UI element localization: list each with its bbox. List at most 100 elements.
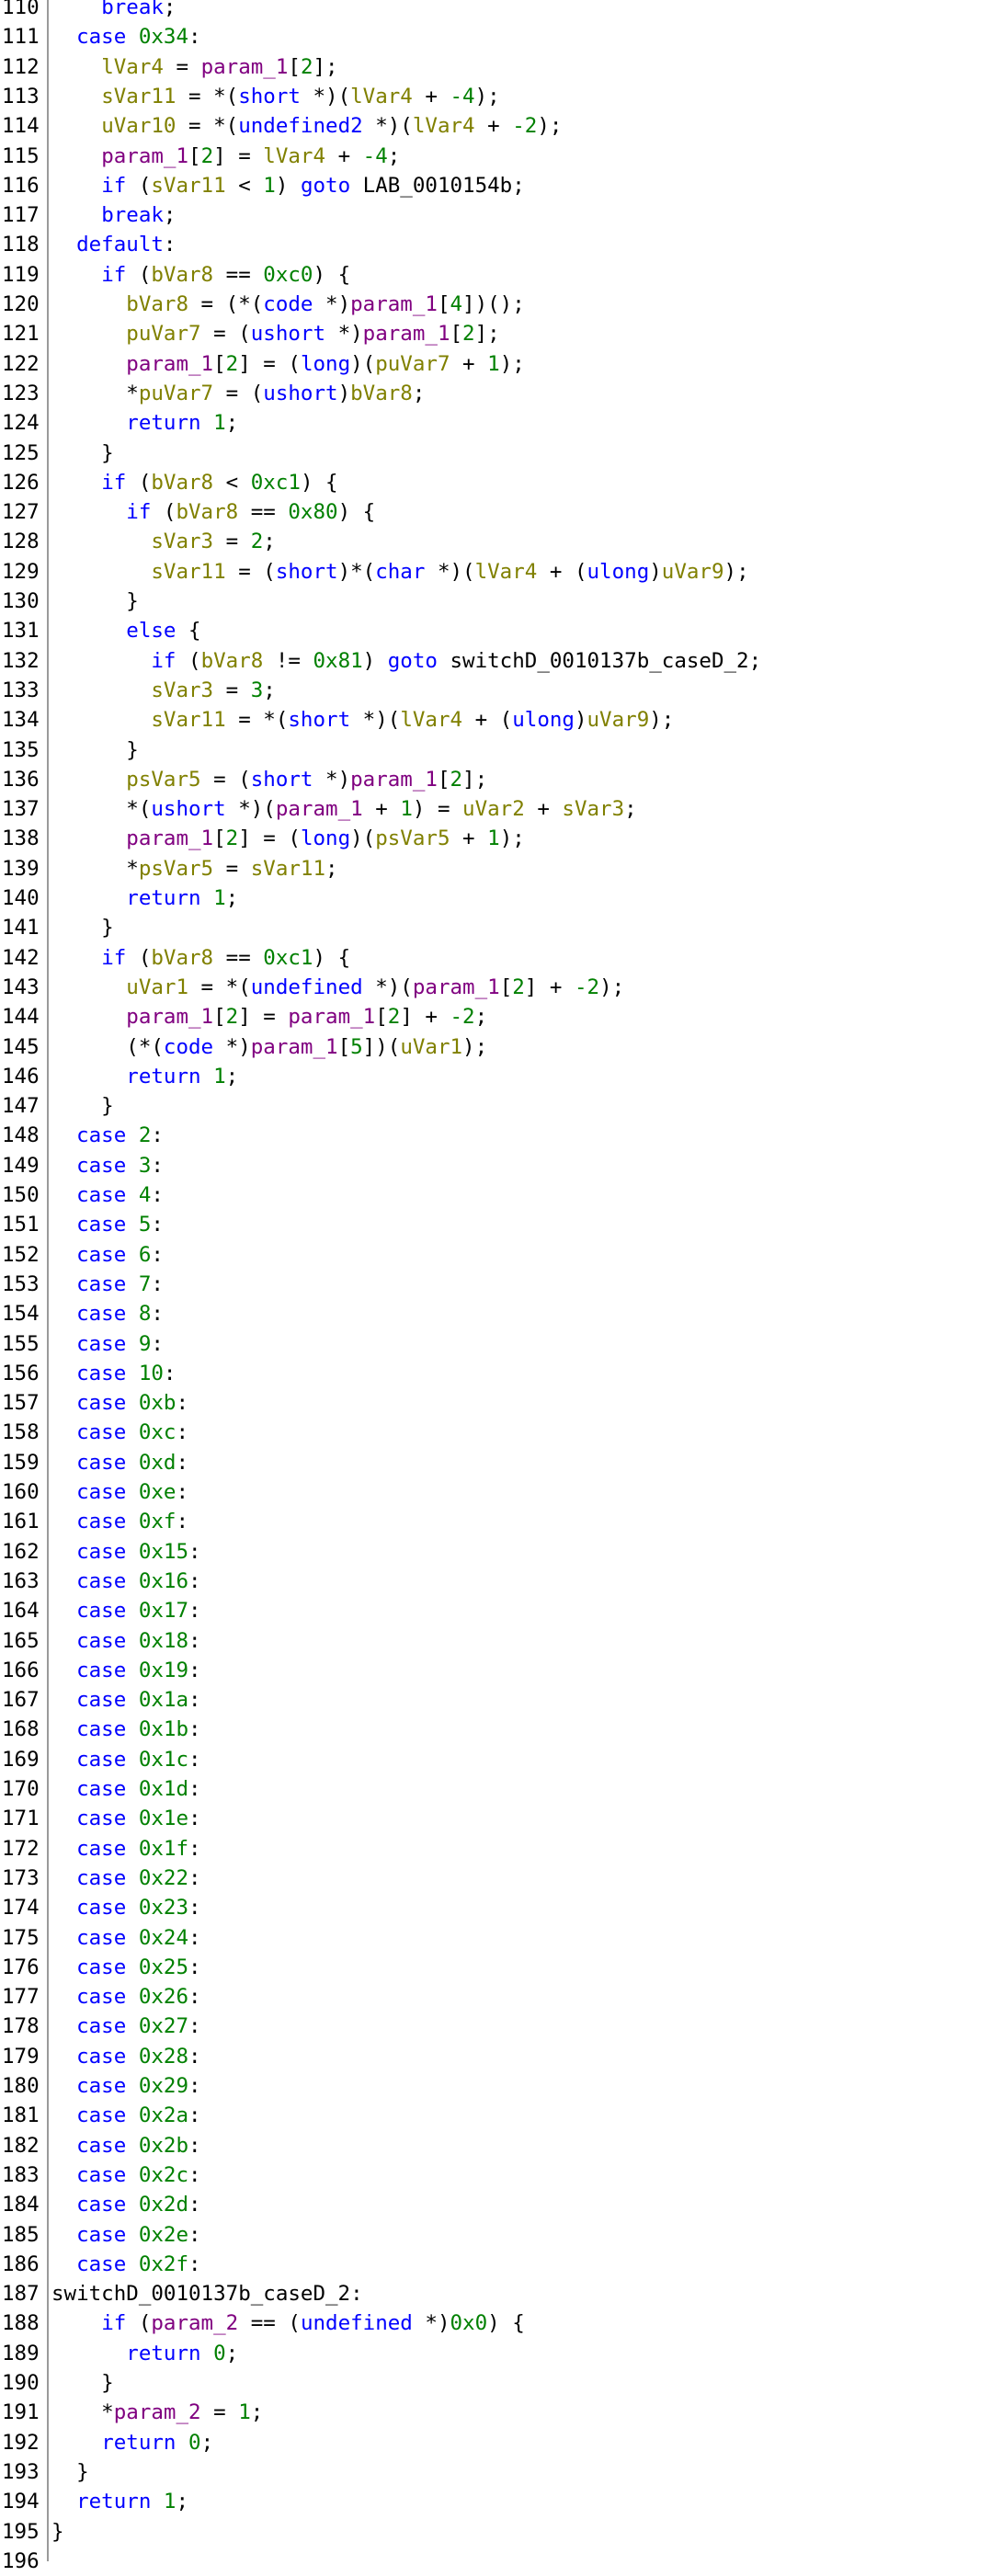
code-text[interactable]: case 3: bbox=[51, 1151, 164, 1180]
keyword-token[interactable]: goto bbox=[388, 649, 438, 673]
keyword-token[interactable]: if bbox=[101, 946, 126, 970]
keyword-token[interactable]: case bbox=[76, 1332, 126, 1356]
code-line[interactable]: 143 uVar1 = *(undefined *)(param_1[2] + … bbox=[0, 973, 991, 1002]
code-line[interactable]: 142 if (bVar8 == 0xc1) { bbox=[0, 943, 991, 973]
keyword-token[interactable]: if bbox=[101, 2311, 126, 2335]
code-line[interactable]: 171 case 0x1e: bbox=[0, 1804, 991, 1833]
param-token[interactable]: param_1 bbox=[350, 768, 438, 792]
code-line[interactable]: 140 return 1; bbox=[0, 883, 991, 913]
number-token[interactable]: 4 bbox=[139, 1183, 152, 1207]
local-var-token[interactable]: lVar4 bbox=[101, 55, 164, 79]
code-line[interactable]: 136 psVar5 = (short *)param_1[2]; bbox=[0, 765, 991, 794]
code-line[interactable]: 139 *psVar5 = sVar11; bbox=[0, 854, 991, 883]
keyword-token[interactable]: case bbox=[76, 1362, 126, 1385]
code-text[interactable]: if (bVar8 != 0x81) goto switchD_0010137b… bbox=[51, 646, 761, 676]
code-text[interactable]: case 2: bbox=[51, 1121, 164, 1150]
number-token[interactable]: 2 bbox=[388, 1005, 401, 1029]
code-line[interactable]: 163 case 0x16: bbox=[0, 1567, 991, 1596]
code-line[interactable]: 148 case 2: bbox=[0, 1121, 991, 1150]
param-token[interactable]: param_1 bbox=[276, 797, 363, 821]
keyword-token[interactable]: return bbox=[126, 411, 200, 435]
code-text[interactable]: uVar10 = *(undefined2 *)(lVar4 + -2); bbox=[51, 111, 562, 141]
keyword-token[interactable]: case bbox=[76, 2193, 126, 2217]
code-text[interactable]: case 0x18: bbox=[51, 1626, 200, 1656]
code-line[interactable]: 182 case 0x2b: bbox=[0, 2131, 991, 2160]
code-line[interactable]: 179 case 0x28: bbox=[0, 2042, 991, 2071]
number-token[interactable]: 2 bbox=[226, 1005, 239, 1029]
code-line[interactable]: 150 case 4: bbox=[0, 1180, 991, 1210]
code-text[interactable]: psVar5 = (short *)param_1[2]; bbox=[51, 765, 487, 794]
keyword-token[interactable]: case bbox=[76, 2223, 126, 2247]
keyword-token[interactable]: case bbox=[76, 1837, 126, 1861]
code-line[interactable]: 165 case 0x18: bbox=[0, 1626, 991, 1656]
number-token[interactable]: 1 bbox=[487, 352, 500, 376]
code-text[interactable]: case 9: bbox=[51, 1329, 164, 1359]
keyword-token[interactable]: case bbox=[76, 1420, 126, 1444]
code-text[interactable]: case 0x2e: bbox=[51, 2220, 200, 2250]
code-line[interactable]: 177 case 0x26: bbox=[0, 1982, 991, 2012]
local-var-token[interactable]: lVar4 bbox=[263, 144, 325, 168]
number-token[interactable]: 1 bbox=[213, 886, 226, 910]
code-line[interactable]: 126 if (bVar8 < 0xc1) { bbox=[0, 468, 991, 497]
number-token[interactable]: -2 bbox=[450, 1005, 475, 1029]
code-text[interactable]: case 0x15: bbox=[51, 1537, 200, 1567]
code-text[interactable]: case 0x2f: bbox=[51, 2250, 200, 2279]
param-token[interactable]: param_1 bbox=[350, 292, 438, 316]
keyword-token[interactable]: short bbox=[276, 560, 338, 584]
code-text[interactable]: case 0x25: bbox=[51, 1953, 200, 1982]
number-token[interactable]: 3 bbox=[251, 678, 264, 702]
keyword-token[interactable]: default bbox=[76, 233, 164, 256]
keyword-token[interactable]: break bbox=[101, 0, 164, 19]
number-token[interactable]: 0x27 bbox=[139, 2014, 188, 2038]
code-line[interactable]: 167 case 0x1a: bbox=[0, 1685, 991, 1715]
number-token[interactable]: -2 bbox=[575, 975, 599, 999]
keyword-token[interactable]: case bbox=[76, 1243, 126, 1267]
keyword-token[interactable]: case bbox=[76, 1926, 126, 1950]
keyword-token[interactable]: case bbox=[76, 2045, 126, 2069]
keyword-token[interactable]: case bbox=[76, 1896, 126, 1920]
number-token[interactable]: 0x1f bbox=[139, 1837, 188, 1861]
local-var-token[interactable]: uVar10 bbox=[101, 114, 176, 138]
code-line[interactable]: 147 } bbox=[0, 1091, 991, 1121]
number-token[interactable]: 2 bbox=[462, 322, 475, 346]
number-token[interactable]: 0 bbox=[213, 2342, 226, 2365]
number-token[interactable]: 2 bbox=[251, 530, 264, 553]
param-token[interactable]: param_1 bbox=[126, 826, 213, 850]
code-line[interactable]: 170 case 0x1d: bbox=[0, 1774, 991, 1804]
number-token[interactable]: 0xf bbox=[139, 1510, 177, 1533]
code-text[interactable]: case 0x2b: bbox=[51, 2131, 200, 2160]
code-text[interactable]: switchD_0010137b_caseD_2: bbox=[51, 2279, 363, 2308]
code-text[interactable]: if (param_2 == (undefined *)0x0) { bbox=[51, 2308, 525, 2338]
number-token[interactable]: 0xc1 bbox=[263, 946, 313, 970]
code-text[interactable]: return 1; bbox=[51, 408, 238, 438]
code-text[interactable]: *param_2 = 1; bbox=[51, 2398, 263, 2427]
keyword-token[interactable]: case bbox=[76, 2074, 126, 2098]
code-line[interactable]: 115 param_1[2] = lVar4 + -4; bbox=[0, 142, 991, 171]
code-text[interactable]: return 1; bbox=[51, 883, 238, 913]
local-var-token[interactable]: sVar11 bbox=[151, 560, 225, 584]
number-token[interactable]: 0x2b bbox=[139, 2134, 188, 2158]
keyword-token[interactable]: code bbox=[263, 292, 313, 316]
local-var-token[interactable]: uVar9 bbox=[662, 560, 724, 584]
code-text[interactable]: sVar11 = (short)*(char *)(lVar4 + (ulong… bbox=[51, 557, 748, 587]
code-text[interactable]: case 4: bbox=[51, 1180, 164, 1210]
local-var-token[interactable]: psVar5 bbox=[375, 826, 450, 850]
keyword-token[interactable]: if bbox=[151, 649, 176, 673]
local-var-token[interactable]: lVar4 bbox=[475, 560, 538, 584]
keyword-token[interactable]: if bbox=[101, 471, 126, 495]
code-line[interactable]: 160 case 0xe: bbox=[0, 1477, 991, 1507]
keyword-token[interactable]: case bbox=[76, 1391, 126, 1415]
local-var-token[interactable]: lVar4 bbox=[350, 85, 413, 108]
code-line[interactable]: 145 (*(code *)param_1[5])(uVar1); bbox=[0, 1032, 991, 1062]
code-text[interactable]: case 0x2c: bbox=[51, 2160, 200, 2190]
keyword-token[interactable]: char bbox=[375, 560, 425, 584]
keyword-token[interactable]: case bbox=[76, 1451, 126, 1475]
keyword-token[interactable]: case bbox=[76, 1985, 126, 2009]
number-token[interactable]: 9 bbox=[139, 1332, 152, 1356]
code-text[interactable]: if (bVar8 < 0xc1) { bbox=[51, 468, 337, 497]
keyword-token[interactable]: undefined2 bbox=[238, 114, 362, 138]
number-token[interactable]: 1 bbox=[213, 411, 226, 435]
local-var-token[interactable]: bVar8 bbox=[151, 263, 213, 287]
keyword-token[interactable]: ulong bbox=[587, 560, 650, 584]
number-token[interactable]: 0x0 bbox=[450, 2311, 488, 2335]
